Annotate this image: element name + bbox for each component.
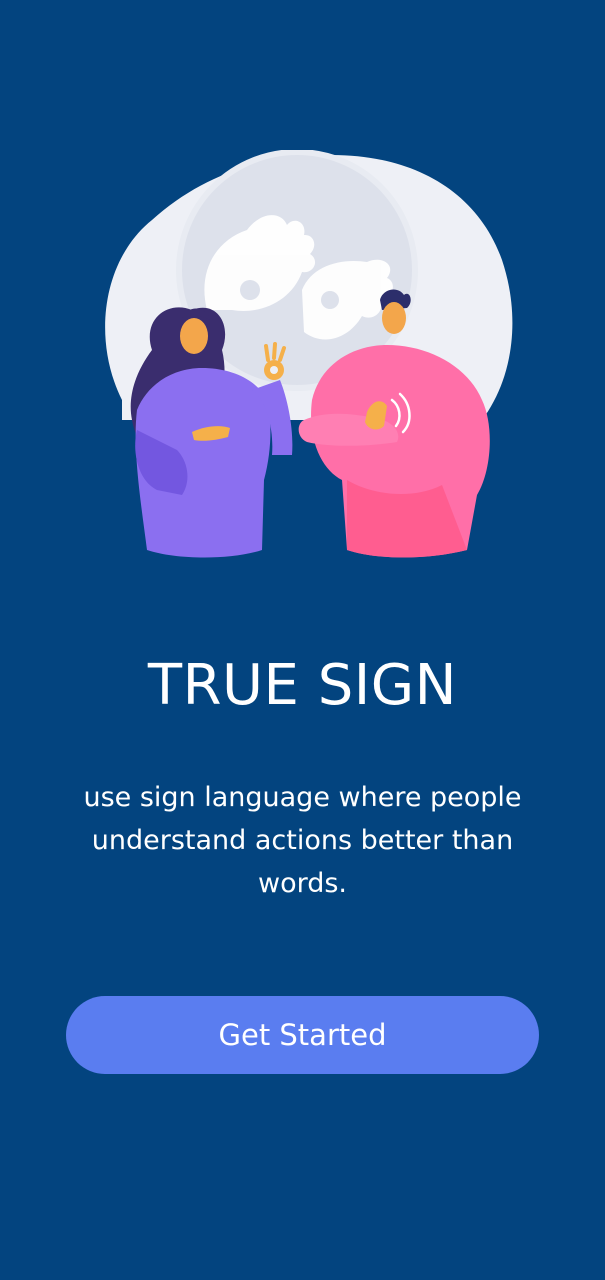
woman-face-icon <box>180 318 208 354</box>
man-face-icon <box>382 302 406 334</box>
get-started-button[interactable]: Get Started <box>66 996 539 1074</box>
sign-language-people-illustration <box>105 150 513 558</box>
app-title: TRUE SIGN <box>147 653 458 718</box>
onboarding-screen: TRUE SIGN use sign language where people… <box>0 0 605 1280</box>
app-tagline: use sign language where people understan… <box>83 782 522 899</box>
